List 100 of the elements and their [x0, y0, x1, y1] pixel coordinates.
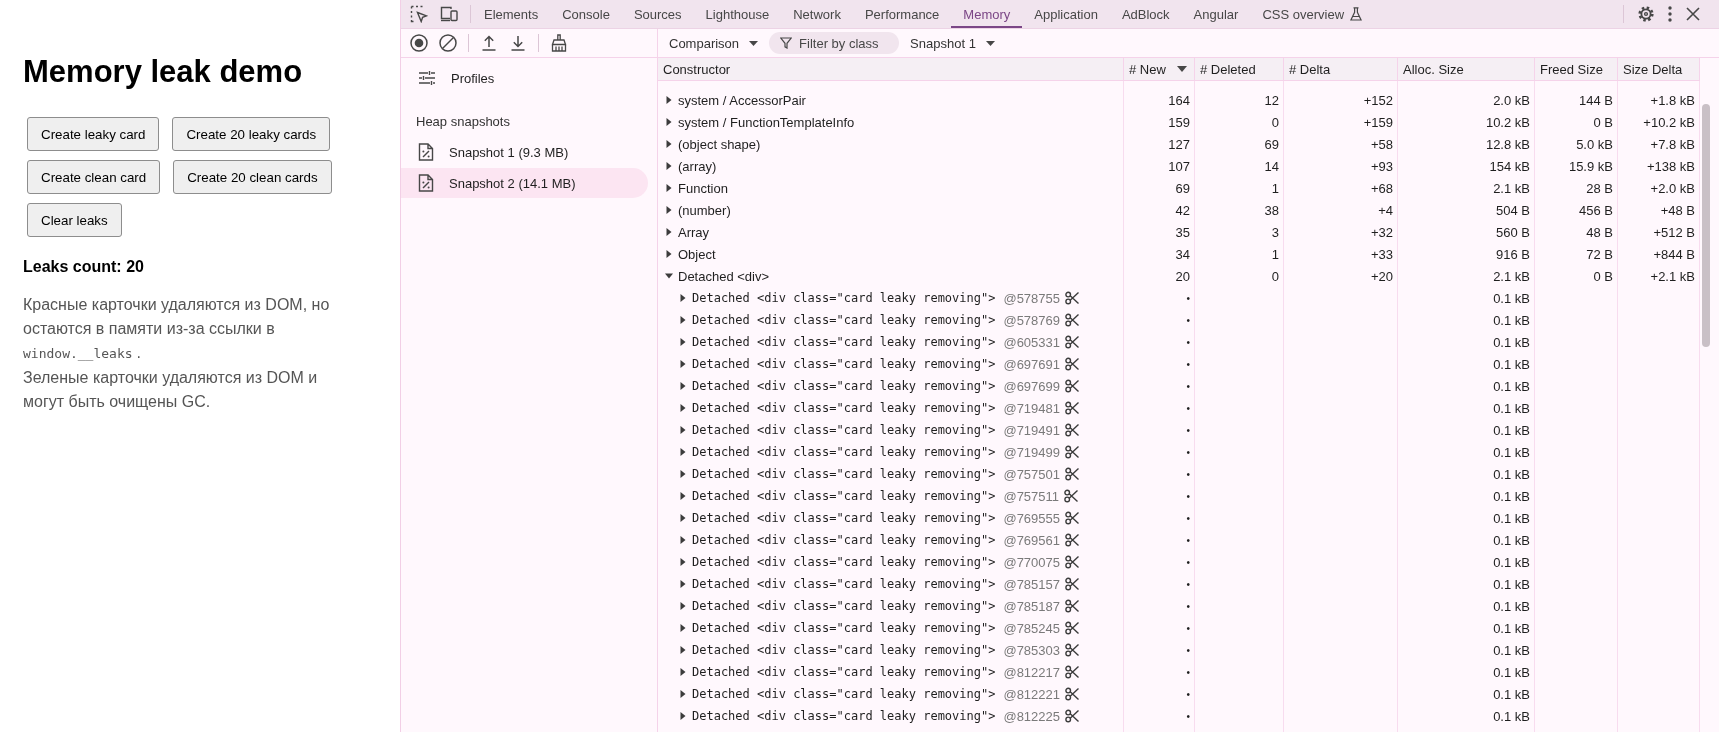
- disclosure-triangle-icon[interactable]: [679, 426, 687, 434]
- panel-tab[interactable]: Elements: [472, 0, 551, 28]
- new-count: •: [1186, 424, 1190, 436]
- disclosure-triangle-icon[interactable]: [665, 184, 673, 192]
- panel-tab[interactable]: Console: [550, 0, 622, 28]
- node-id: @719481: [1003, 400, 1060, 416]
- disclosure-triangle-icon[interactable]: [679, 316, 687, 324]
- disclosure-triangle-icon[interactable]: [679, 360, 687, 368]
- panel-tab[interactable]: Application: [1022, 0, 1110, 28]
- scissors-icon: [1065, 577, 1079, 591]
- disclosure-triangle-icon[interactable]: [679, 580, 687, 588]
- new-count: •: [1186, 710, 1190, 722]
- column-header[interactable]: Constructor: [658, 58, 1124, 80]
- disclosure-triangle-icon[interactable]: [679, 470, 687, 478]
- upload-icon[interactable]: [480, 34, 498, 52]
- node-name: Detached <div class="card leaky removing">: [692, 313, 996, 327]
- new-count: 164: [1168, 92, 1190, 108]
- alloc-size: 2.1 kB: [1493, 180, 1530, 196]
- constructor-name: (object shape): [678, 136, 761, 152]
- node-name: Detached <div class="card leaky removing">: [692, 291, 996, 305]
- close-icon[interactable]: [1686, 7, 1700, 21]
- disclosure-triangle-icon[interactable]: [665, 272, 673, 280]
- record-icon[interactable]: [410, 34, 428, 52]
- freed-size: 15.9 kB: [1568, 158, 1613, 174]
- profiles-item[interactable]: Profiles: [401, 64, 648, 92]
- disclosure-triangle-icon[interactable]: [679, 712, 687, 720]
- disclosure-triangle-icon[interactable]: [679, 448, 687, 456]
- freed-size: 72 B: [1586, 246, 1613, 262]
- constructor-name: Array: [678, 224, 710, 240]
- delta-count: +33: [1370, 246, 1393, 262]
- alloc-size: 0.1 kB: [1493, 642, 1530, 658]
- constructor-name: Function: [678, 180, 728, 196]
- size-delta: +48 B: [1660, 202, 1695, 218]
- column-header[interactable]: # Deleted: [1195, 58, 1284, 80]
- deleted-count: 1: [1271, 246, 1279, 262]
- constructor-name: system / FunctionTemplateInfo: [678, 114, 855, 130]
- scissors-icon: [1064, 489, 1079, 503]
- action-button[interactable]: Create clean card: [27, 160, 161, 194]
- action-button[interactable]: Create 20 clean cards: [173, 160, 332, 194]
- settings-icon[interactable]: [1638, 6, 1654, 22]
- disclosure-triangle-icon[interactable]: [679, 382, 687, 390]
- action-button[interactable]: Create 20 leaky cards: [172, 117, 331, 151]
- disclosure-triangle-icon[interactable]: [679, 646, 687, 654]
- disclosure-triangle-icon[interactable]: [665, 250, 673, 258]
- panel-tab[interactable]: Lighthouse: [693, 0, 782, 28]
- scissors-icon: [1065, 511, 1079, 525]
- column-header[interactable]: Size Delta: [1618, 58, 1700, 80]
- disclosure-triangle-icon[interactable]: [679, 514, 687, 522]
- scissors-icon: [1065, 533, 1079, 547]
- column-header[interactable]: # Delta: [1284, 58, 1398, 80]
- disclosure-triangle-icon[interactable]: [679, 558, 687, 566]
- disclosure-triangle-icon[interactable]: [665, 228, 673, 236]
- document-icon: [418, 174, 434, 192]
- disclosure-triangle-icon[interactable]: [679, 294, 687, 302]
- base-snapshot-select[interactable]: Snapshot 1: [908, 32, 997, 54]
- panel-tab[interactable]: Sources: [621, 0, 694, 28]
- node-id: @769555: [1003, 510, 1060, 526]
- new-count: 42: [1175, 202, 1190, 218]
- broom-icon[interactable]: [550, 34, 568, 52]
- column-header[interactable]: # New: [1124, 58, 1195, 80]
- action-button[interactable]: Create leaky card: [27, 117, 160, 151]
- column-header[interactable]: Freed Size: [1535, 58, 1618, 80]
- disclosure-triangle-icon[interactable]: [665, 162, 673, 170]
- scrollbar-thumb[interactable]: [1702, 104, 1710, 347]
- disclosure-triangle-icon[interactable]: [679, 492, 687, 500]
- panel-tab[interactable]: Performance: [852, 0, 952, 28]
- disclosure-triangle-icon[interactable]: [679, 624, 687, 632]
- snapshot-item[interactable]: Snapshot 2 (14.1 MB): [401, 168, 648, 198]
- disclosure-triangle-icon[interactable]: [679, 404, 687, 412]
- snapshot-item[interactable]: Snapshot 1 (9.3 MB): [401, 137, 648, 167]
- node-id: @578755: [1003, 290, 1060, 306]
- disclosure-triangle-icon[interactable]: [665, 96, 673, 104]
- panel-tab[interactable]: Angular: [1181, 0, 1251, 28]
- disclosure-triangle-icon[interactable]: [665, 118, 673, 126]
- new-count: •: [1186, 336, 1190, 348]
- disclosure-triangle-icon[interactable]: [679, 668, 687, 676]
- panel-tab[interactable]: CSS overview: [1250, 0, 1375, 28]
- disclosure-triangle-icon[interactable]: [679, 602, 687, 610]
- panel-tab[interactable]: AdBlock: [1109, 0, 1182, 28]
- disclosure-triangle-icon[interactable]: [665, 206, 673, 214]
- filter-field[interactable]: Filter by class: [769, 32, 900, 54]
- alloc-size: 0.1 kB: [1493, 708, 1530, 724]
- view-mode-select[interactable]: Comparison: [667, 32, 761, 54]
- deleted-count: 69: [1264, 136, 1279, 152]
- new-count: 34: [1175, 246, 1190, 262]
- disclosure-triangle-icon[interactable]: [679, 690, 687, 698]
- panel-tab[interactable]: Network: [781, 0, 853, 28]
- alloc-size: 154 kB: [1489, 158, 1530, 174]
- action-button[interactable]: Clear leaks: [27, 203, 122, 237]
- clear-icon[interactable]: [439, 34, 457, 52]
- disclosure-triangle-icon[interactable]: [665, 140, 673, 148]
- device-icon[interactable]: [440, 5, 458, 23]
- disclosure-triangle-icon[interactable]: [679, 338, 687, 346]
- more-options-icon[interactable]: [1668, 6, 1672, 22]
- freed-size: 28 B: [1586, 180, 1613, 196]
- download-icon[interactable]: [509, 34, 527, 52]
- disclosure-triangle-icon[interactable]: [679, 536, 687, 544]
- column-header[interactable]: Alloc. Size: [1398, 58, 1535, 80]
- node-name: Detached <div class="card leaky removing">: [692, 489, 996, 503]
- select-element-icon[interactable]: [410, 5, 428, 23]
